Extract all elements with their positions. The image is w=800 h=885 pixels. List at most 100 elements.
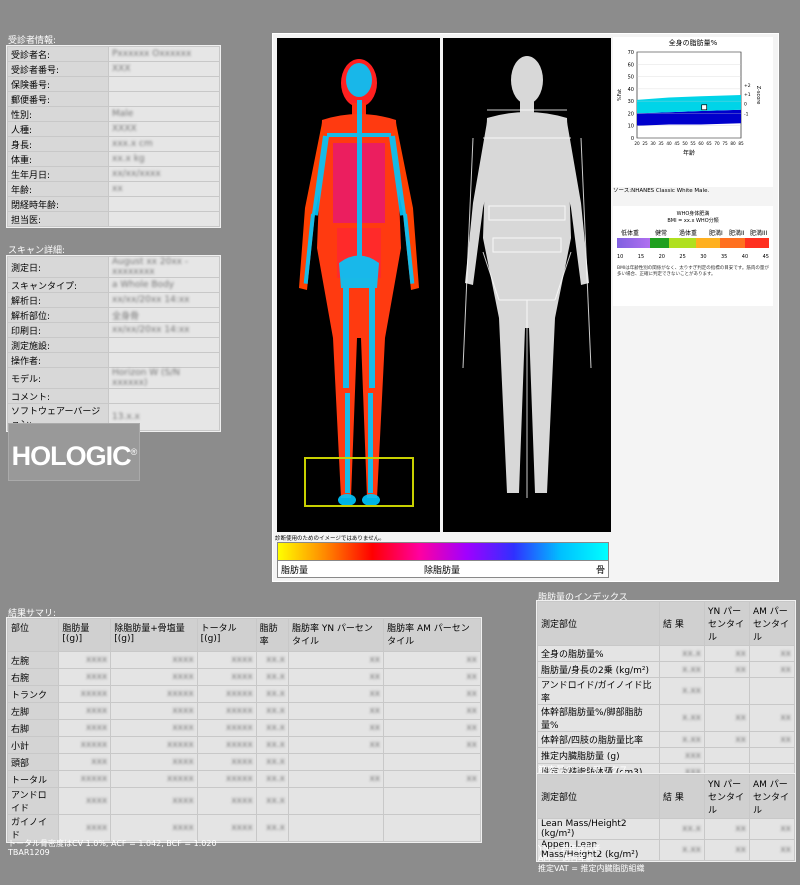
scale-label-lean: 除脂肪量 [424,566,461,576]
row-label: アンドロイド/ガイノイド比率 [538,678,659,704]
cell-value: xx [369,655,381,665]
cell-value: xxxxx [80,689,108,699]
table-cell: xxxxx [59,771,111,787]
column-header: YN パーセンタイル [705,775,749,818]
patient-info-table: 受診者名: Pxxxxxx Oxxxxxx 受診者番号: XXX 保険番号: 郵便番号: 性… [7,46,220,227]
row-label: 全身の脂肪量% [538,646,659,661]
scan-image-panel: 全身の脂肪量% 0 10 20 30 40 50 60 70 20 25 30 35 40 45 50 55 6… [272,33,779,582]
scan-row: 操作者: [8,353,219,367]
cell-value: xx [466,706,477,716]
table-cell: xx.x [256,754,288,770]
patient-label: 人種: [8,122,108,136]
table-cell: xx.x [256,771,288,787]
table-cell: xx [288,703,384,719]
cell-value: xx [369,672,381,682]
cell-value: xxxxx [167,740,194,750]
table-cell: xxxx [59,720,111,736]
table-cell [288,788,384,814]
cell-value: xxxxx [80,740,108,750]
cell-value: xxxx [172,655,194,665]
cell-value: xxxx [172,706,194,716]
logo-text: HOLOGIC [11,441,132,471]
patient-row: 閉経時年齢: [8,197,219,211]
z-tick-label: -1 [744,111,749,117]
patient-value-text: xxx.x cm [112,139,153,149]
scan-value [109,338,219,352]
table-cell: xx [288,720,384,736]
x-tick-label: 75 [722,141,728,146]
scan-row: 解析部位: 全身骨 [8,308,219,322]
cell-value: xx [466,774,477,784]
table-cell: xxxx [111,652,197,668]
cell-value: xx.x [266,706,285,716]
patient-row: 受診者番号: XXX [8,62,219,76]
table-cell: x.xx [660,732,704,747]
bmi-label-underweight: 低体重 [621,230,640,237]
color-scale-labels: 脂肪量 除脂肪量 骨 [277,560,609,578]
bmi-tick: 30 [700,254,707,260]
cell-value: xxxx [85,672,108,682]
row-label: 推定内臓脂肪量 (g) [538,748,659,763]
cell-value: xx.x [266,774,285,784]
table-cell: xx [288,669,384,685]
bmi-tick: 35 [720,254,728,260]
cell-value: xx [780,824,791,834]
table-cell: xx [705,646,749,661]
table-row: アンドロイド/ガイノイド比率 x.xx [538,678,794,704]
cell-value: xx [735,734,746,745]
scan-label: スキャンタイプ: [8,278,108,292]
z-tick-label: +1 [744,92,751,98]
table-cell: xxxx [59,788,111,814]
row-label: 小計 [8,737,59,753]
table-cell: xxxxx [59,737,111,753]
bmi-panel: WHO身体肥満 BMI = xx.x WHO分類 低体重 健常 過体重 肥満I … [613,206,773,306]
patient-marker [701,104,708,111]
cell-value: xx [780,713,791,723]
grayscale-body-scan [443,38,611,532]
table-cell: xxxxx [197,771,256,787]
patient-value [109,92,219,106]
patient-value: Pxxxxxx Oxxxxxx [109,47,219,61]
cell-value: xx [369,723,381,733]
table-cell: xx.x [256,686,288,702]
table-cell: xxxx [111,788,197,814]
cell-value: xx [466,672,477,682]
patient-row: 性別: Male [8,107,219,121]
patient-value-text: xx.x kg [112,154,145,164]
column-header: 測定部位 [538,775,659,818]
color-body-scan [277,38,440,532]
table-cell: xx [384,686,480,702]
table-cell: xxxx [111,754,197,770]
table-cell: xxxx [59,669,111,685]
legend-yn: YN = 若年健常者 [538,844,601,853]
header-row: 測定部位結 果 YN パーセンタイル AM パーセンタイル [538,775,794,818]
table-cell: xx.x [256,720,288,736]
scan-row: 印刷日: xx/xx/20xx 14:xx [8,323,219,337]
scan-label: 解析部位: [8,308,108,322]
cell-value: xx.x [266,689,285,699]
patient-value: Male [109,107,219,121]
cell-value: xxxxx [80,774,108,784]
table-cell: xxxx [111,703,197,719]
column-header: 脂肪率 AM パーセンタイル [384,619,480,651]
patient-row: 郵便番号: [8,92,219,106]
z-tick-label: 0 [744,102,747,108]
scan-label: 測定日: [8,257,108,277]
table-cell [288,815,384,841]
patient-value: xxx.x cm [109,137,219,151]
column-header: トータル [(g)] [197,619,256,651]
cell-value: xx [466,689,477,699]
patient-row: 体重: xx.x kg [8,152,219,166]
row-label: 頭部 [8,754,59,770]
scan-value-text: Horizon W (S/N xxxxxx) [112,368,181,388]
table-row: トータル xxxxx xxxxx xxxxx xx.x xx xx [8,771,480,787]
cell-value: xxx [91,757,108,767]
table-cell: xx [288,737,384,753]
scan-row: モデル: Horizon W (S/N xxxxxx) [8,368,219,388]
cell-value: xx [735,845,746,855]
table-cell: xxxxx [197,737,256,753]
scan-value: August xx 20xx - xxxxxxxx [109,257,219,277]
table-cell: xxxxx [197,686,256,702]
table-cell: xxxx [197,754,256,770]
patient-label: 性別: [8,107,108,121]
